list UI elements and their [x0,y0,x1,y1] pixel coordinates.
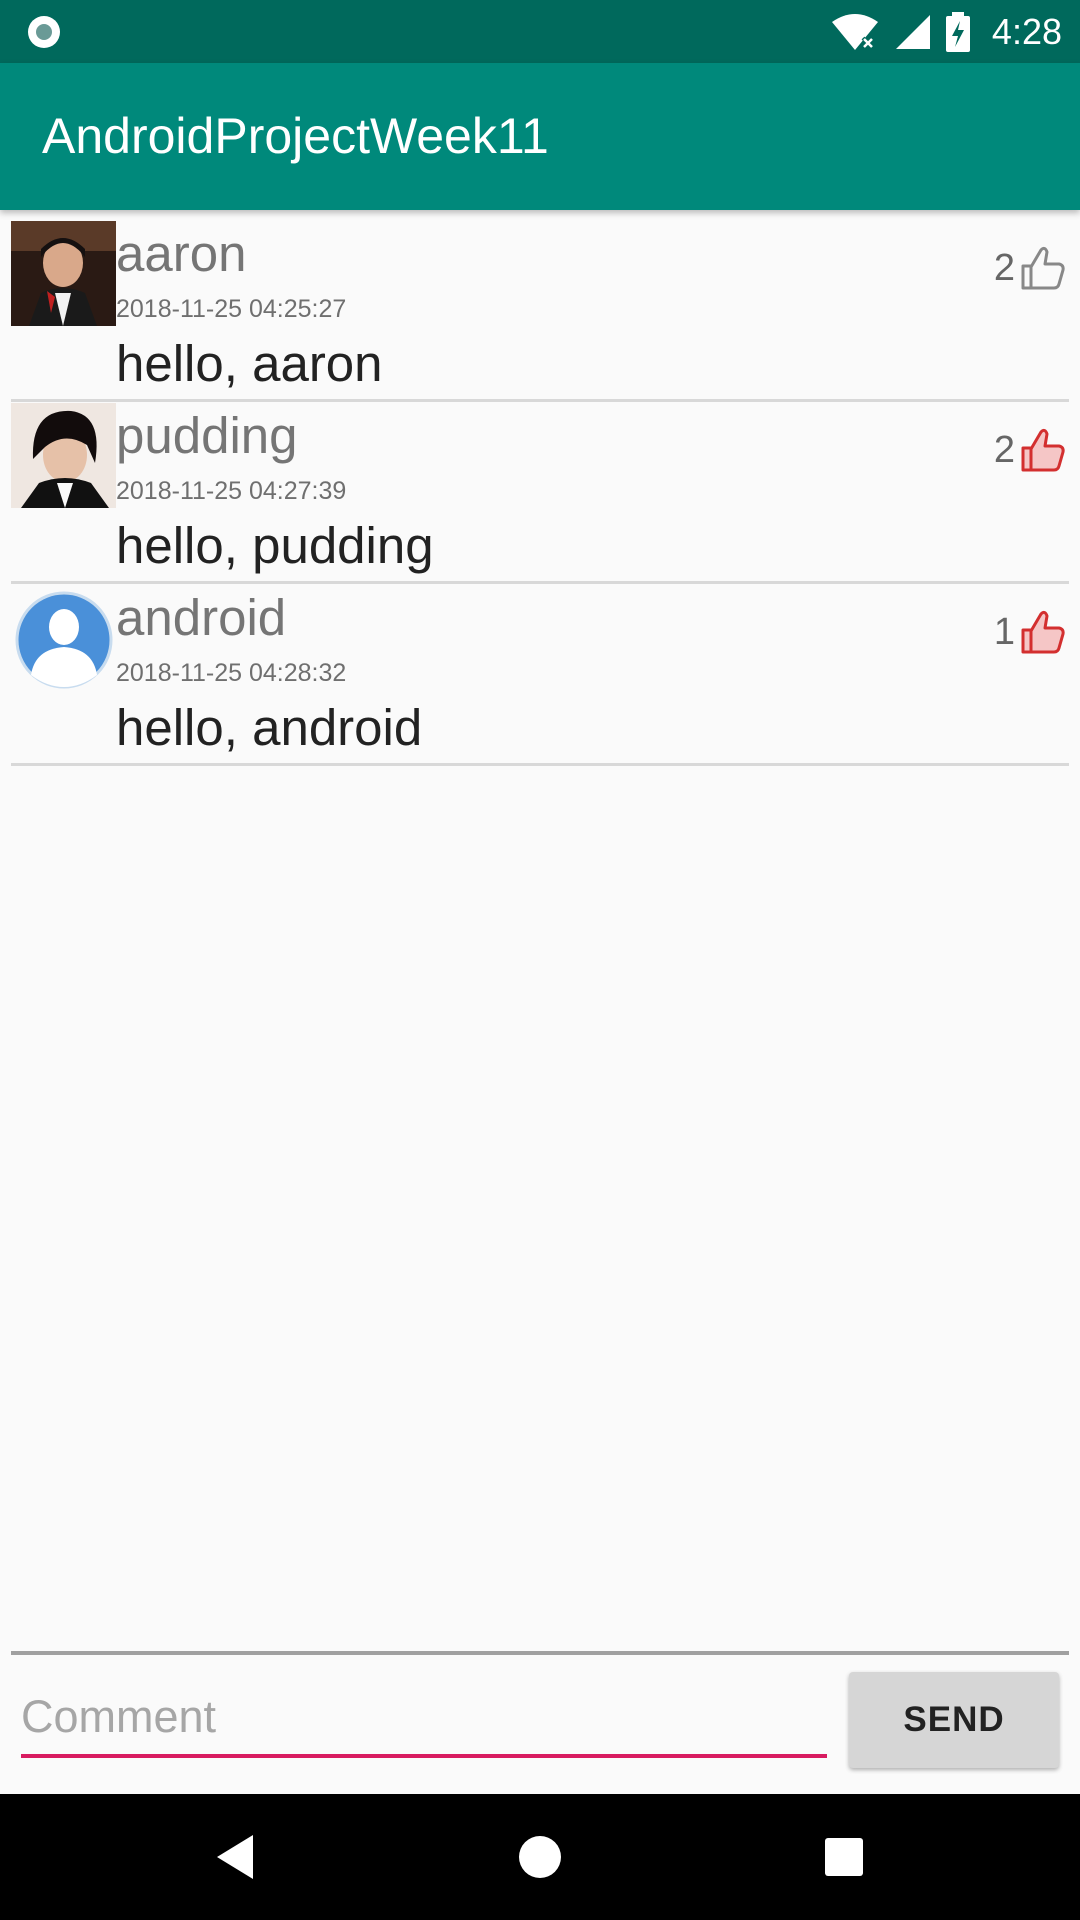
photo-avatar-icon[interactable] [11,403,116,508]
like-button[interactable]: 2 [994,424,1069,476]
home-button[interactable] [480,1794,600,1920]
comment-list[interactable]: aaron 2018-11-25 04:25:27 hello, aaron 2… [11,220,1069,766]
nav-bar [0,1794,1080,1920]
composer-divider [11,1651,1069,1655]
status-bar: 4:28 [0,0,1080,63]
thumbs-up-outline-icon[interactable] [1017,242,1069,294]
user-name: aaron [116,225,247,282]
like-count: 2 [993,246,1015,289]
cell-signal-icon [895,14,930,49]
comment-text: hello, aaron [116,335,383,392]
sync-circle-icon [28,16,60,48]
app-bar: AndroidProjectWeek11 [0,63,1080,210]
comment-time: 2018-11-25 04:25:27 [116,295,347,323]
recents-icon [825,1838,863,1876]
app-title: AndroidProjectWeek11 [42,108,549,164]
like-count: 1 [993,610,1015,653]
home-icon [519,1836,561,1878]
status-time: 4:28 [991,10,1062,52]
default-person-avatar-icon[interactable] [11,585,116,690]
thumbs-up-filled-icon[interactable] [1017,606,1069,658]
comment-text: hello, android [116,699,423,756]
thumbs-up-filled-icon[interactable] [1017,424,1069,476]
like-count: 2 [993,428,1015,471]
photo-avatar-icon[interactable] [11,221,116,326]
user-name: pudding [116,407,298,464]
user-name: android [116,589,287,646]
comment-time: 2018-11-25 04:27:39 [116,477,347,505]
wifi-icon [831,13,878,50]
back-button[interactable] [175,1794,295,1920]
comment-text: hello, pudding [116,517,434,574]
status-icons: 4:28 [830,0,1062,63]
recents-button[interactable] [784,1794,904,1920]
comment-row[interactable]: android 2018-11-25 04:28:32 hello, andro… [11,584,1069,766]
comment-time: 2018-11-25 04:28:32 [116,659,347,687]
like-button[interactable]: 2 [994,242,1069,294]
back-icon [217,1835,253,1879]
send-button[interactable]: SEND [849,1672,1059,1768]
like-button[interactable]: 1 [994,606,1069,658]
comment-input[interactable] [21,1680,827,1758]
comment-row[interactable]: pudding 2018-11-25 04:27:39 hello, puddi… [11,402,1069,584]
comment-row[interactable]: aaron 2018-11-25 04:25:27 hello, aaron 2 [11,220,1069,402]
battery-charging-icon [945,11,970,52]
